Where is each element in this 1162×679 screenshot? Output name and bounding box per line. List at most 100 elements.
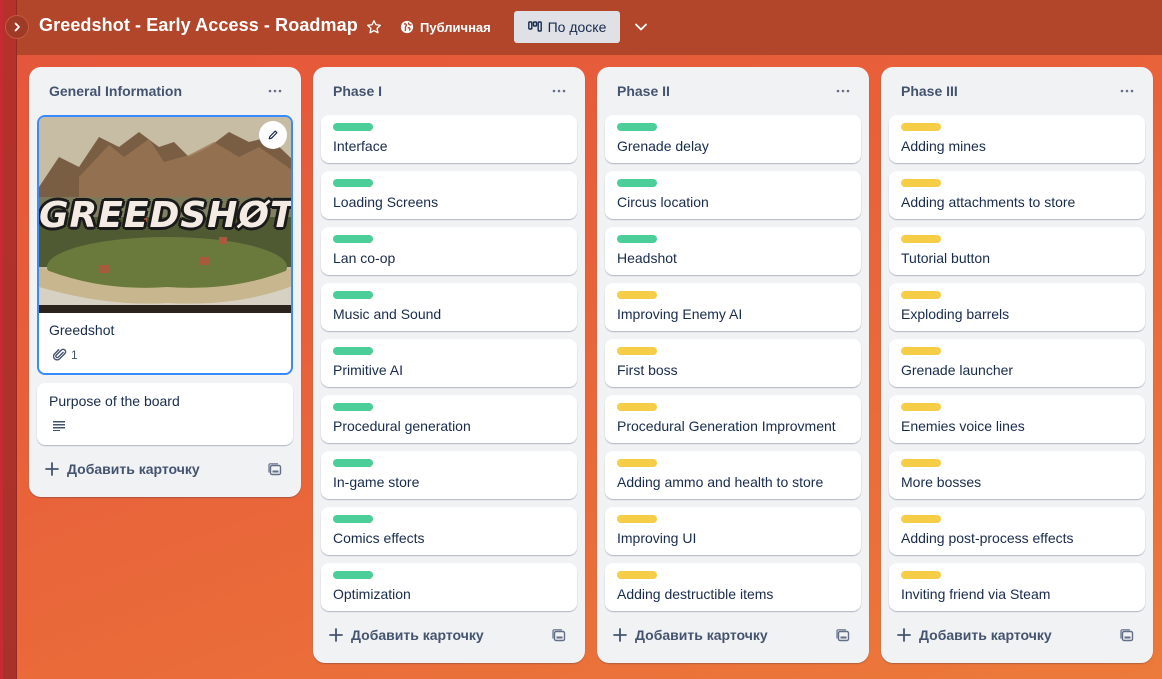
card-label-green[interactable] (333, 347, 373, 355)
add-card-label: Добавить карточку (919, 627, 1052, 643)
card[interactable]: In-game store (321, 451, 577, 499)
add-card-button[interactable]: Добавить карточку (45, 461, 200, 477)
globe-icon (400, 20, 414, 34)
card-label-green[interactable] (333, 179, 373, 187)
card[interactable]: Grenade launcher (889, 339, 1145, 387)
list-footer: Добавить карточку (597, 615, 869, 655)
card[interactable]: Primitive AI (321, 339, 577, 387)
card-label-yellow[interactable] (901, 403, 941, 411)
list-phase-ii: Phase II Grenade delay Circus location Head… (597, 67, 869, 663)
card[interactable]: Interface (321, 115, 577, 163)
create-from-template-button[interactable] (1117, 625, 1137, 645)
card[interactable]: Exploding barrels (889, 283, 1145, 331)
add-card-label: Добавить карточку (67, 461, 200, 477)
add-card-button[interactable]: Добавить карточку (897, 627, 1052, 643)
card[interactable]: Inviting friend via Steam (889, 563, 1145, 611)
create-from-template-button[interactable] (549, 625, 569, 645)
card-label-green[interactable] (333, 123, 373, 131)
list-title[interactable]: Phase II (617, 83, 670, 99)
card[interactable]: Grenade delay (605, 115, 861, 163)
card[interactable]: Music and Sound (321, 283, 577, 331)
card[interactable]: Adding mines (889, 115, 1145, 163)
board-view-button[interactable]: По доске (514, 11, 620, 43)
card[interactable]: Headshot (605, 227, 861, 275)
card-list: Adding mines Adding attachments to store T… (881, 115, 1153, 611)
card-label-green[interactable] (333, 403, 373, 411)
card[interactable]: Lan co-op (321, 227, 577, 275)
create-from-template-button[interactable] (833, 625, 853, 645)
view-switcher-dropdown[interactable] (630, 16, 652, 38)
card-label-yellow[interactable] (901, 179, 941, 187)
list-title[interactable]: Phase III (901, 83, 958, 99)
card-label-yellow[interactable] (901, 571, 941, 579)
create-from-template-button[interactable] (265, 459, 285, 479)
template-icon (552, 628, 566, 641)
card-label-green[interactable] (333, 459, 373, 467)
card-label-yellow[interactable] (617, 291, 657, 299)
card-label-yellow[interactable] (901, 515, 941, 523)
cover-logo-text: GREEDSHØT (39, 195, 291, 236)
card[interactable]: Procedural Generation Improvment (605, 395, 861, 443)
card-label-yellow[interactable] (901, 123, 941, 131)
more-horizontal-icon (836, 89, 850, 93)
card-label-yellow[interactable] (901, 459, 941, 467)
list-menu-button[interactable] (1113, 77, 1141, 105)
card[interactable]: Adding ammo and health to store (605, 451, 861, 499)
card[interactable]: Procedural generation (321, 395, 577, 443)
star-board-button[interactable] (363, 16, 385, 38)
card[interactable]: More bosses (889, 451, 1145, 499)
card[interactable]: Improving UI (605, 507, 861, 555)
visibility-button[interactable]: Публичная (400, 14, 491, 40)
card[interactable]: Adding destructible items (605, 563, 861, 611)
card-label-green[interactable] (617, 123, 657, 131)
card-label-yellow[interactable] (901, 235, 941, 243)
card-cover-image: GREEDSHØT (39, 117, 291, 313)
card-label-green[interactable] (333, 235, 373, 243)
card-label-yellow[interactable] (901, 291, 941, 299)
card-label-yellow[interactable] (617, 403, 657, 411)
card-label-yellow[interactable] (617, 347, 657, 355)
card[interactable]: Enemies voice lines (889, 395, 1145, 443)
card-list: Interface Loading Screens Lan co-op Music a… (313, 115, 585, 611)
card-title: First boss (617, 362, 678, 378)
card-label-yellow[interactable] (617, 459, 657, 467)
card-label-yellow[interactable] (901, 347, 941, 355)
chevron-right-icon (14, 22, 20, 32)
card[interactable]: Improving Enemy AI (605, 283, 861, 331)
list-menu-button[interactable] (829, 77, 857, 105)
card[interactable]: Tutorial button (889, 227, 1145, 275)
card[interactable]: Circus location (605, 171, 861, 219)
more-horizontal-icon (268, 89, 282, 93)
card-title: Tutorial button (901, 250, 990, 266)
card[interactable]: First boss (605, 339, 861, 387)
card[interactable]: Optimization (321, 563, 577, 611)
plus-icon (613, 628, 627, 642)
card[interactable]: Loading Screens (321, 171, 577, 219)
add-card-button[interactable]: Добавить карточку (329, 627, 484, 643)
list-menu-button[interactable] (545, 77, 573, 105)
more-horizontal-icon (1120, 89, 1134, 93)
card-label-yellow[interactable] (617, 515, 657, 523)
card[interactable]: Comics effects (321, 507, 577, 555)
card-label-yellow[interactable] (617, 571, 657, 579)
card-title: Inviting friend via Steam (901, 586, 1051, 602)
board-title[interactable]: Greedshot - Early Access - Roadmap (39, 15, 358, 36)
card-label-green[interactable] (617, 235, 657, 243)
card-label-green[interactable] (333, 571, 373, 579)
card-title: Procedural generation (333, 418, 471, 434)
card-label-green[interactable] (617, 179, 657, 187)
list-title[interactable]: Phase I (333, 83, 382, 99)
card-greedshot[interactable]: GREEDSHØT Greedshot 1 (37, 115, 293, 375)
edit-card-button[interactable] (259, 121, 287, 149)
card-label-green[interactable] (333, 291, 373, 299)
card-purpose-of-the-board[interactable]: Purpose of the board (37, 383, 293, 445)
list-menu-button[interactable] (261, 77, 289, 105)
plus-icon (329, 628, 343, 642)
list-title[interactable]: General Information (49, 83, 182, 99)
card-label-green[interactable] (333, 515, 373, 523)
expand-sidebar-button[interactable] (5, 15, 29, 39)
card-title: Greedshot (49, 322, 115, 338)
card[interactable]: Adding attachments to store (889, 171, 1145, 219)
card[interactable]: Adding post-process effects (889, 507, 1145, 555)
add-card-button[interactable]: Добавить карточку (613, 627, 768, 643)
